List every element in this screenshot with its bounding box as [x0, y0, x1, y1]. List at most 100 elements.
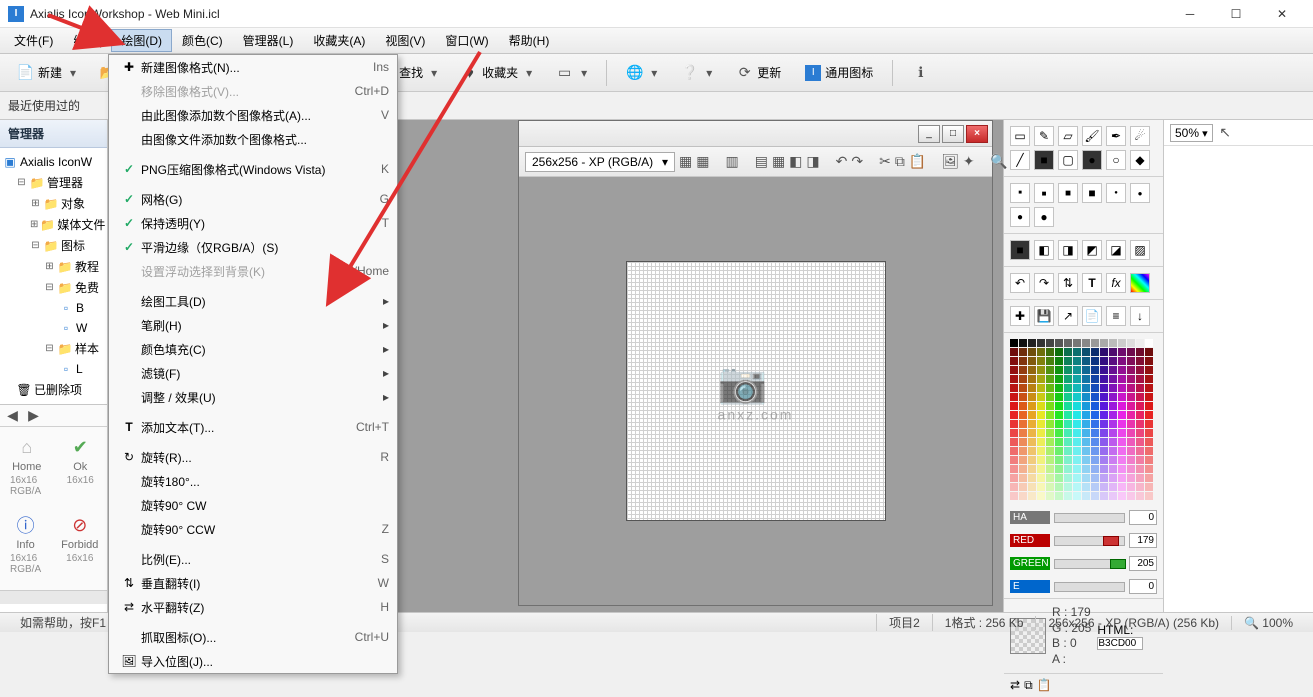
palette-swatch[interactable]: [1064, 429, 1072, 437]
palette-swatch[interactable]: [1127, 384, 1135, 392]
menu-item[interactable]: 调整 / 效果(U)▸: [109, 385, 397, 409]
palette-swatch[interactable]: [1082, 492, 1090, 500]
palette-swatch[interactable]: [1127, 411, 1135, 419]
palette-swatch[interactable]: [1046, 384, 1054, 392]
palette-swatch[interactable]: [1028, 483, 1036, 491]
thumb-ok[interactable]: ✔ Ok 16x16: [64, 435, 98, 497]
fill-grad2[interactable]: ◨: [1058, 240, 1078, 260]
fill-grad3[interactable]: ◩: [1082, 240, 1102, 260]
palette-swatch[interactable]: [1019, 348, 1027, 356]
palette-swatch[interactable]: [1145, 474, 1153, 482]
palette-swatch[interactable]: [1118, 411, 1126, 419]
line-tool[interactable]: ╱: [1010, 150, 1030, 170]
palette-swatch[interactable]: [1073, 465, 1081, 473]
palette-swatch[interactable]: [1028, 348, 1036, 356]
tree-root[interactable]: ▣Axialis IconW: [2, 152, 105, 172]
save-palette[interactable]: 💾: [1034, 306, 1054, 326]
palette-swatch[interactable]: [1046, 438, 1054, 446]
palette-swatch[interactable]: [1127, 375, 1135, 383]
palette-swatch[interactable]: [1109, 474, 1117, 482]
palette-swatch[interactable]: [1019, 474, 1027, 482]
palette-swatch[interactable]: [1100, 447, 1108, 455]
palette-swatch[interactable]: [1109, 357, 1117, 365]
palette-swatch[interactable]: [1028, 456, 1036, 464]
palette-swatch[interactable]: [1010, 474, 1018, 482]
palette-swatch[interactable]: [1019, 375, 1027, 383]
palette-swatch[interactable]: [1145, 420, 1153, 428]
palette-swatch[interactable]: [1145, 348, 1153, 356]
palette-swatch[interactable]: [1046, 393, 1054, 401]
palette-swatch[interactable]: [1019, 339, 1027, 347]
menu-item[interactable]: 绘图工具(D)▸: [109, 289, 397, 313]
palette-swatch[interactable]: [1046, 402, 1054, 410]
palette-swatch[interactable]: [1100, 492, 1108, 500]
green-slider[interactable]: GREEN 205: [1004, 552, 1163, 575]
palette-swatch[interactable]: [1028, 366, 1036, 374]
palette-swatch[interactable]: [1118, 465, 1126, 473]
palette-swatch[interactable]: [1091, 366, 1099, 374]
doc-maximize-button[interactable]: □: [942, 125, 964, 143]
cursor-icon[interactable]: ↖: [1217, 124, 1234, 141]
palette-swatch[interactable]: [1028, 384, 1036, 392]
palette-swatch[interactable]: [1073, 456, 1081, 464]
palette-swatch[interactable]: [1109, 492, 1117, 500]
palette-swatch[interactable]: [1073, 366, 1081, 374]
nav-icon[interactable]: ◀: [4, 407, 21, 424]
palette-swatch[interactable]: [1118, 474, 1126, 482]
palette-swatch[interactable]: [1028, 357, 1036, 365]
zoom-combo[interactable]: 50% ▾: [1170, 124, 1213, 142]
palette-swatch[interactable]: [1073, 375, 1081, 383]
palette-swatch[interactable]: [1136, 447, 1144, 455]
palette-swatch[interactable]: [1055, 348, 1063, 356]
palette-swatch[interactable]: [1028, 375, 1036, 383]
palette-swatch[interactable]: [1091, 492, 1099, 500]
palette-swatch[interactable]: [1118, 456, 1126, 464]
palette-swatch[interactable]: [1136, 474, 1144, 482]
tool-icon[interactable]: ▦: [772, 153, 785, 170]
palette-swatch[interactable]: [1136, 465, 1144, 473]
menu-item[interactable]: 旋转90° CW: [109, 493, 397, 517]
menu-item[interactable]: 比例(E)...S: [109, 547, 397, 571]
palette-swatch[interactable]: [1136, 492, 1144, 500]
palette-swatch[interactable]: [1100, 393, 1108, 401]
menu-help[interactable]: 帮助(H): [499, 29, 560, 52]
slider[interactable]: [1054, 513, 1125, 523]
palette-swatch[interactable]: [1127, 447, 1135, 455]
wand-icon[interactable]: ✦: [963, 153, 975, 170]
palette-swatch[interactable]: [1064, 420, 1072, 428]
palette-swatch[interactable]: [1118, 492, 1126, 500]
palette-swatch[interactable]: [1010, 483, 1018, 491]
palette-swatch[interactable]: [1100, 411, 1108, 419]
palette-swatch[interactable]: [1028, 429, 1036, 437]
palette-swatch[interactable]: [1055, 420, 1063, 428]
new-button[interactable]: 📄 新建 ▾: [8, 59, 85, 86]
thumb-forbidden[interactable]: ⊘ Forbidd 16x16: [61, 513, 98, 575]
fill-grad1[interactable]: ◧: [1034, 240, 1054, 260]
palette-swatch[interactable]: [1118, 339, 1126, 347]
tree-objects[interactable]: ⊞📁对象: [2, 193, 105, 214]
palette-swatch[interactable]: [1127, 429, 1135, 437]
menu-manager[interactable]: 管理器(L): [233, 29, 304, 52]
palette-swatch[interactable]: [1127, 393, 1135, 401]
tool-icon[interactable]: 🖼: [942, 153, 959, 170]
circle-tool[interactable]: ○: [1106, 150, 1126, 170]
tool-icon[interactable]: ▦: [696, 153, 709, 170]
scissors-icon[interactable]: ✂: [879, 153, 891, 170]
palette-swatch[interactable]: [1127, 492, 1135, 500]
palette-swatch[interactable]: [1082, 429, 1090, 437]
menu-item[interactable]: 旋转180°...: [109, 469, 397, 493]
tree-manager[interactable]: ⊟📁管理器: [2, 172, 105, 193]
menu-item[interactable]: ↻旋转(R)...R: [109, 445, 397, 469]
palette-swatch[interactable]: [1037, 366, 1045, 374]
brush-5[interactable]: ●: [1106, 183, 1126, 203]
palette-swatch[interactable]: [1127, 420, 1135, 428]
palette-swatch[interactable]: [1073, 483, 1081, 491]
palette-swatch[interactable]: [1019, 420, 1027, 428]
palette-swatch[interactable]: [1037, 402, 1045, 410]
palette-swatch[interactable]: [1073, 411, 1081, 419]
menu-item[interactable]: 抓取图标(O)...Ctrl+U: [109, 625, 397, 649]
update-button[interactable]: ⟳ 更新: [727, 59, 790, 86]
palette-swatch[interactable]: [1145, 456, 1153, 464]
tree-item-l[interactable]: ▫L: [2, 359, 105, 379]
palette-swatch[interactable]: [1109, 366, 1117, 374]
